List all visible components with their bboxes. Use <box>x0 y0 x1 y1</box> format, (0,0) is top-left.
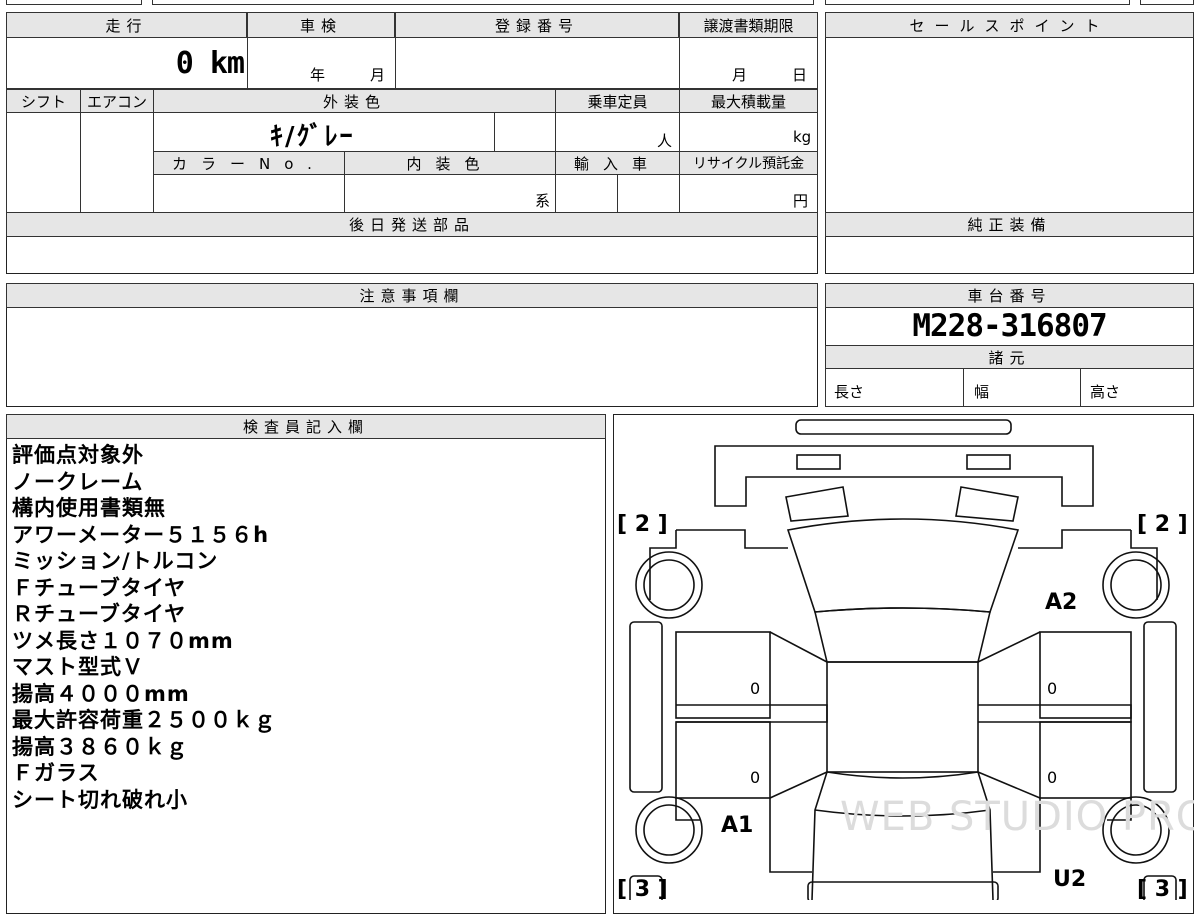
inspector-note-4: アワーメーター５１５６h <box>12 522 602 549</box>
inspector-note-11: 最大許容荷重２５００ｋｇ <box>12 707 602 734</box>
later-parts-header: 後日発送部品 <box>6 212 818 237</box>
inspector-note-9: マスト型式Ｖ <box>12 654 602 681</box>
specs-header: 諸元 <box>825 345 1194 369</box>
vehicle-diagram: WEB STUDIO PRO [ 2 ] [ 2 ] [ 3 ] [ 3 ] A… <box>613 414 1194 900</box>
inspector-note-2: ノークレーム <box>12 469 602 496</box>
recycle-unit: 円 <box>793 190 808 211</box>
door-value-fr: 0 <box>1047 679 1057 698</box>
top-strip <box>0 0 1200 6</box>
spec-height: 高さ <box>1090 381 1120 402</box>
mileage-header: 走行 <box>6 12 247 38</box>
aircon-header: エアコン <box>80 89 154 113</box>
notes-header: 注意事項欄 <box>6 283 818 308</box>
spec-width: 幅 <box>974 381 989 402</box>
inspector-header: 検査員記入欄 <box>6 414 606 439</box>
aircon-cell <box>80 112 154 213</box>
watermark-text: WEB STUDIO PRO <box>840 794 1194 840</box>
damage-mark-u2: U2 <box>1053 867 1086 892</box>
damage-mark-a1: A1 <box>721 813 753 838</box>
max-load-header: 最大積載量 <box>679 89 818 113</box>
inspector-notes: 評価点対象外 ノークレーム 構内使用書類無 アワーメーター５１５６h ミッション… <box>12 442 602 813</box>
exterior-color-header: 外装色 <box>153 89 556 113</box>
bracket-bottom-left: [ 3 ] <box>617 877 668 900</box>
color-no-cell <box>153 174 345 213</box>
shaken-month: 月 <box>370 64 385 85</box>
import-car-cell-b <box>617 174 680 213</box>
damage-mark-a2: A2 <box>1045 590 1077 615</box>
bracket-top-right: [ 2 ] <box>1137 512 1188 537</box>
import-car-cell-a <box>555 174 618 213</box>
inspector-note-1: 評価点対象外 <box>12 442 602 469</box>
inspector-note-10: 揚高４０００mm <box>12 681 602 708</box>
transfer-deadline-header: 譲渡書類期限 <box>679 12 818 38</box>
inspector-note-8: ツメ長さ１０７０mm <box>12 628 602 655</box>
registration-cell <box>395 37 680 89</box>
door-value-fl: 0 <box>750 679 760 698</box>
registration-header: 登録番号 <box>395 12 679 38</box>
transfer-day: 日 <box>792 64 807 85</box>
color-no-header: カラーNo. <box>153 151 345 175</box>
inspector-note-7: Ｒチューブタイヤ <box>12 601 602 628</box>
shaken-year: 年 <box>310 64 325 85</box>
inspector-note-14: シート切れ破れ小 <box>12 787 602 814</box>
inspector-note-3: 構内使用書類無 <box>12 495 602 522</box>
inspector-note-13: Ｆガラス <box>12 760 602 787</box>
chassis-header: 車台番号 <box>825 283 1194 308</box>
recycle-fee-header: リサイクル預託金 <box>679 151 818 175</box>
import-car-header: 輸入車 <box>555 151 680 175</box>
capacity-header: 乗車定員 <box>555 89 680 113</box>
shift-header: シフト <box>6 89 81 113</box>
interior-color-cell <box>344 174 556 213</box>
interior-color-header: 内装色 <box>344 151 556 175</box>
inspector-note-6: Ｆチューブタイヤ <box>12 575 602 602</box>
mileage-value: 0 km <box>120 46 244 81</box>
shaken-header: 車検 <box>247 12 395 38</box>
exterior-color-value: ｷ/ｸﾞﾚｰ <box>270 116 355 153</box>
door-value-rr: 0 <box>1047 768 1057 787</box>
max-load-unit: kg <box>793 128 811 146</box>
shift-cell <box>6 112 81 213</box>
sales-point-header: セールスポイント <box>825 12 1194 38</box>
spec-length: 長さ <box>834 381 864 402</box>
interior-suffix: 系 <box>535 190 550 211</box>
bracket-bottom-right: [ 3 ] <box>1137 877 1188 900</box>
inspector-note-5: ミッション/トルコン <box>12 548 602 575</box>
inspector-note-12: 揚高３８６０ｋｇ <box>12 734 602 761</box>
genuine-equipment-header: 純正装備 <box>825 212 1194 237</box>
capacity-unit: 人 <box>657 130 672 151</box>
bracket-top-left: [ 2 ] <box>617 512 668 537</box>
transfer-month: 月 <box>732 64 747 85</box>
chassis-number: M228-316807 <box>825 308 1194 344</box>
exterior-color-sub-cell <box>494 112 556 152</box>
door-value-rl: 0 <box>750 768 760 787</box>
